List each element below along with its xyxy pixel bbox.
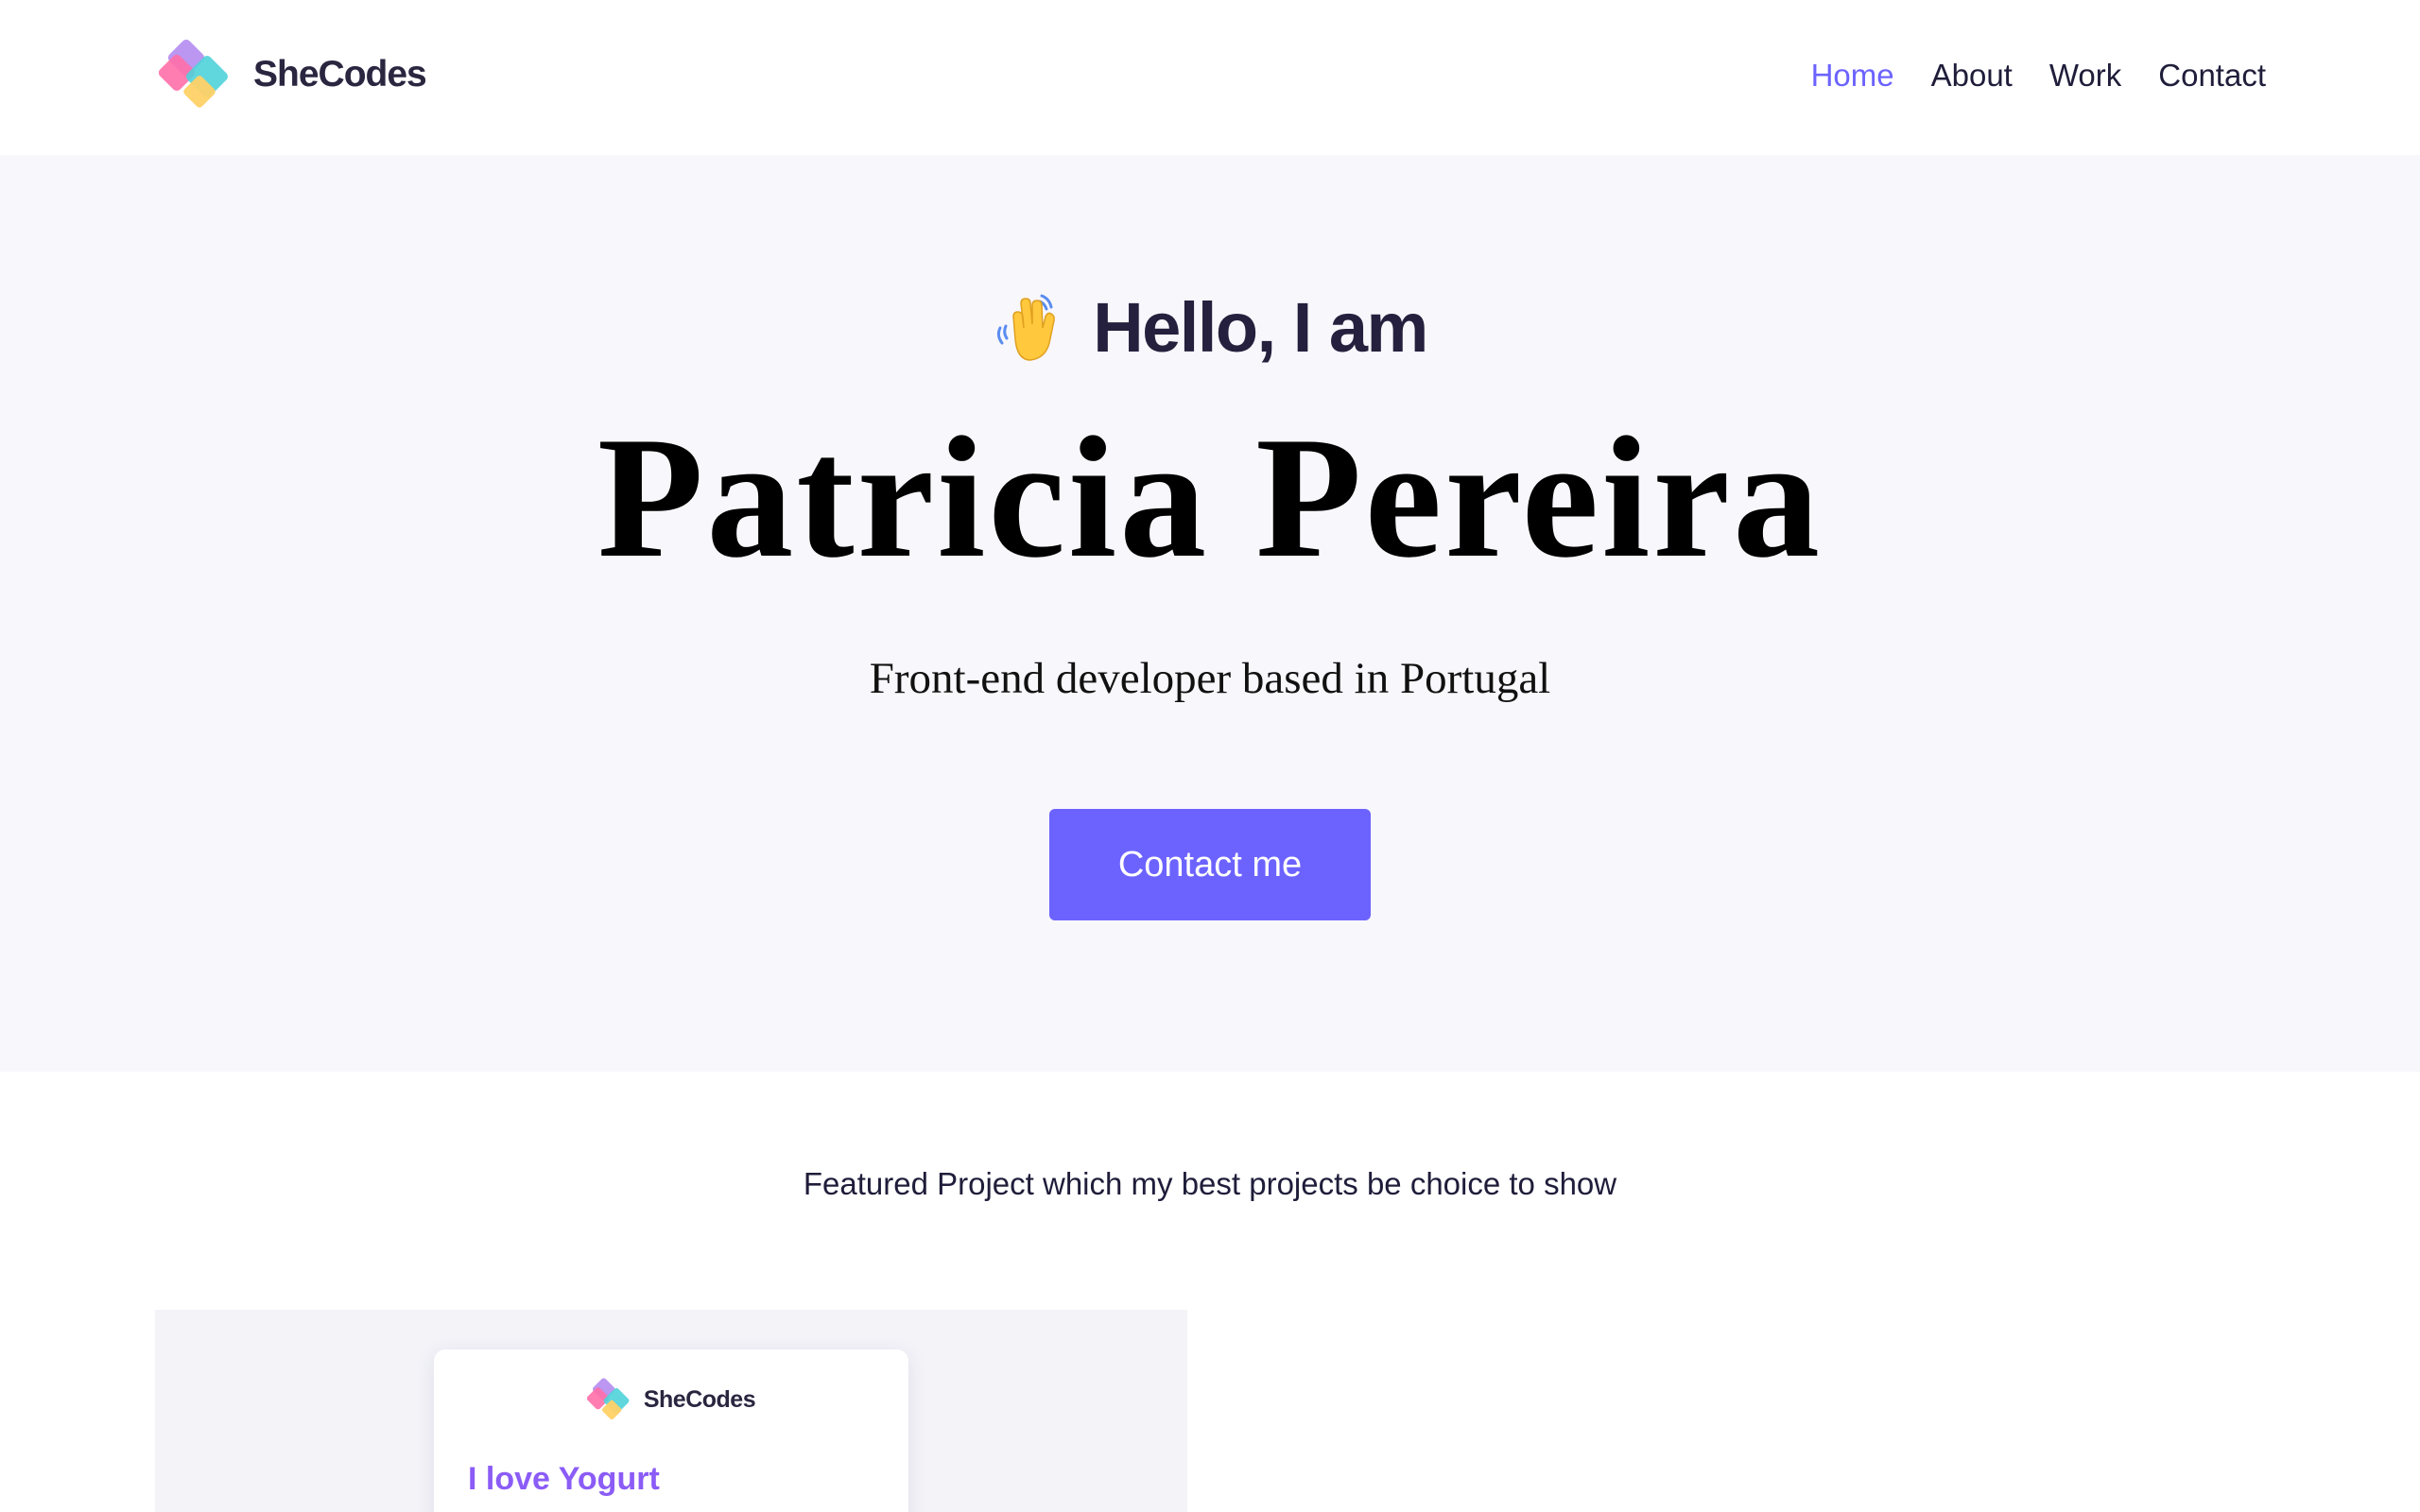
nav-about-link[interactable]: About — [1931, 55, 2013, 96]
nav-home-link[interactable]: Home — [1811, 55, 1894, 96]
project-preview-brand-name: SheCodes — [643, 1385, 756, 1413]
shecodes-logo-icon — [159, 39, 228, 108]
nav-contact-link[interactable]: Contact — [2158, 55, 2266, 96]
brand-name: SheCodes — [253, 54, 427, 94]
shecodes-logo-icon — [586, 1378, 630, 1420]
hero-greeting: Hello, I am — [0, 287, 2420, 368]
featured-project-card[interactable]: SheCodes I love Yogurt — [155, 1310, 1187, 1512]
project-preview-title: I love Yogurt — [468, 1461, 660, 1497]
contact-me-button[interactable]: Contact me — [1049, 809, 1371, 920]
hero-name: Patricia Pereira — [596, 401, 1824, 593]
site-header: SheCodes Home About Work Contact — [0, 0, 2420, 155]
project-preview-brand: SheCodes — [434, 1376, 908, 1423]
main-nav: Home About Work Contact — [1811, 55, 2266, 96]
hero-greeting-text: Hello, I am — [1093, 288, 1428, 367]
brand-logo[interactable]: SheCodes — [159, 36, 427, 113]
hero-section: Hello, I am Patricia Pereira Front-end d… — [0, 155, 2420, 1072]
waving-hand-icon — [997, 294, 1056, 361]
hero-subtitle: Front-end developer based in Portugal — [869, 654, 1551, 703]
nav-work-link[interactable]: Work — [2049, 55, 2121, 96]
featured-intro: Featured Project which my best projects … — [803, 1166, 1617, 1201]
project-preview: SheCodes I love Yogurt — [434, 1349, 908, 1512]
